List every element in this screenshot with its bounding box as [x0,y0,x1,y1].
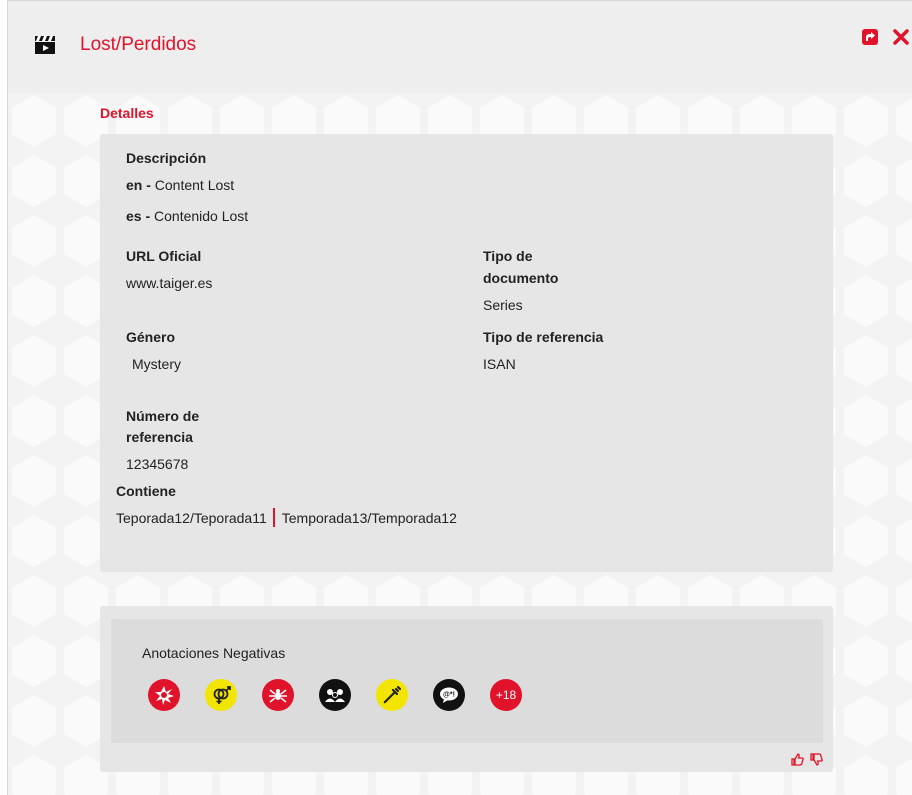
thumbs-down-icon[interactable] [809,752,824,767]
annotations-label: Anotaciones Negativas [142,645,286,661]
descripcion-label: Descripción [126,150,207,166]
sex-icon[interactable] [205,679,237,711]
descripcion-text: Content Lost [154,177,235,193]
tipo-documento-label-line1: Tipo de [483,248,533,264]
separator [272,508,275,527]
url-value[interactable]: www.taiger.es [126,273,212,293]
genero-label: Género [126,329,176,345]
genero-value: Mystery [132,356,181,372]
share-icon[interactable] [861,28,879,46]
svg-text:@*!: @*! [443,692,455,699]
page-title: Lost/Perdidos [80,34,197,55]
clapperboard-icon [35,36,55,54]
lang-code: es - [126,208,151,224]
numero-referencia-label-line2: referencia [126,429,193,445]
lang-code: en - [126,177,151,193]
section-label-detalles: Detalles [100,105,154,121]
numero-referencia-label-line1: Número de [126,408,200,424]
detail-window: Lost/Perdidos Detalles Descripción en - … [7,0,912,795]
descripcion-es: es - Contenido Lost [126,206,248,226]
url-label: URL Oficial [126,248,202,264]
contiene-item[interactable]: Temporada13/Temporada12 [282,510,457,526]
numero-referencia-value: 12345678 [126,456,189,472]
fear-spider-icon[interactable] [262,679,294,711]
feedback-buttons [790,752,824,767]
tipo-referencia-value: ISAN [483,356,516,372]
contiene-label: Contiene [116,483,176,499]
drugs-icon[interactable] [376,679,408,711]
window-header: Lost/Perdidos [8,1,912,93]
age-rating-text: +18 [495,688,517,702]
descripcion-text: Contenido Lost [154,208,249,224]
discrimination-icon[interactable] [319,679,351,711]
age-rating-icon[interactable]: +18 [490,679,522,711]
tipo-documento-label-line2: documento [483,270,559,286]
annotations-card: Anotaciones Negativas @*! +18 [100,606,833,772]
contiene-list: Teporada12/Teporada11 Temporada13/Tempora… [116,508,457,527]
violence-icon[interactable] [148,679,180,711]
bad-language-icon[interactable]: @*! [433,679,465,711]
close-icon[interactable] [892,28,910,46]
contiene-item[interactable]: Teporada12/Teporada11 [116,510,267,526]
thumbs-up-icon[interactable] [790,752,805,767]
tipo-referencia-label: Tipo de referencia [483,329,604,345]
descripcion-en: en - Content Lost [126,175,234,195]
tipo-documento-value: Series [483,297,523,313]
details-card: Descripción en - Content Lost es - Conte… [100,134,833,571]
annotations-panel: Anotaciones Negativas @*! +18 [111,619,823,743]
